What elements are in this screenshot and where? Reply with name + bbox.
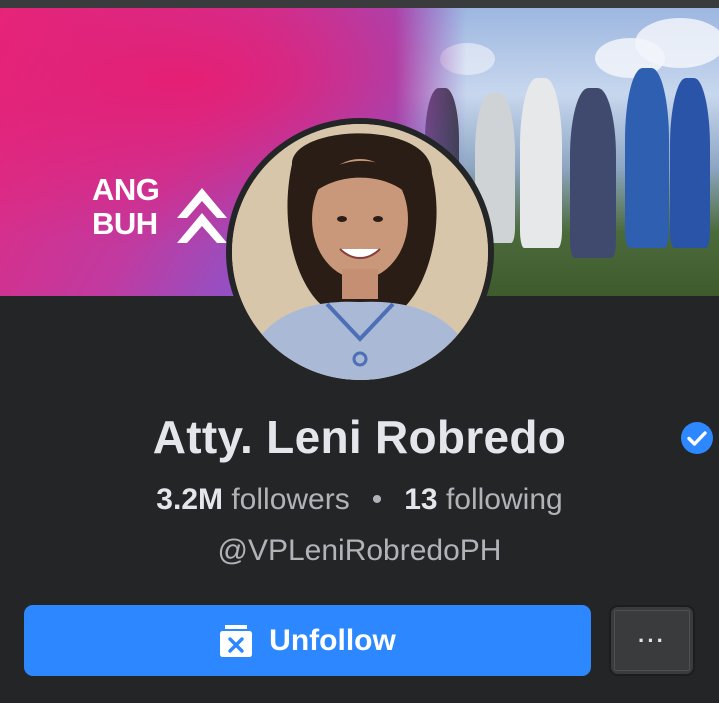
- unfollow-icon: [219, 623, 253, 659]
- avatar-portrait: [232, 124, 488, 380]
- more-options-button[interactable]: ···: [609, 605, 695, 676]
- brand-line-1: ANG: [92, 172, 160, 207]
- stats-separator: •: [371, 483, 383, 516]
- brand-line-2: BUH: [92, 206, 158, 241]
- profile-name: Atty. Leni Robredo: [152, 411, 567, 463]
- profile-avatar[interactable]: [232, 124, 488, 380]
- following-label: following: [445, 483, 563, 516]
- followers-label: followers: [231, 483, 350, 516]
- cover-brand-text: ANG BUH: [92, 172, 160, 241]
- followers-count: 3.2M: [156, 483, 223, 516]
- followers-stat[interactable]: 3.2M followers: [156, 483, 349, 516]
- profile-stats: 3.2M followers • 13 following: [0, 483, 719, 517]
- top-bar: [0, 0, 719, 8]
- following-count: 13: [404, 483, 438, 516]
- unfollow-label: Unfollow: [269, 623, 396, 657]
- profile-handle: @VPLeniRobredoPH: [217, 534, 502, 567]
- verified-check-icon: [681, 422, 713, 454]
- unfollow-button[interactable]: Unfollow: [24, 605, 591, 676]
- following-stat[interactable]: 13 following: [404, 483, 562, 516]
- more-options-icon: ···: [614, 610, 690, 671]
